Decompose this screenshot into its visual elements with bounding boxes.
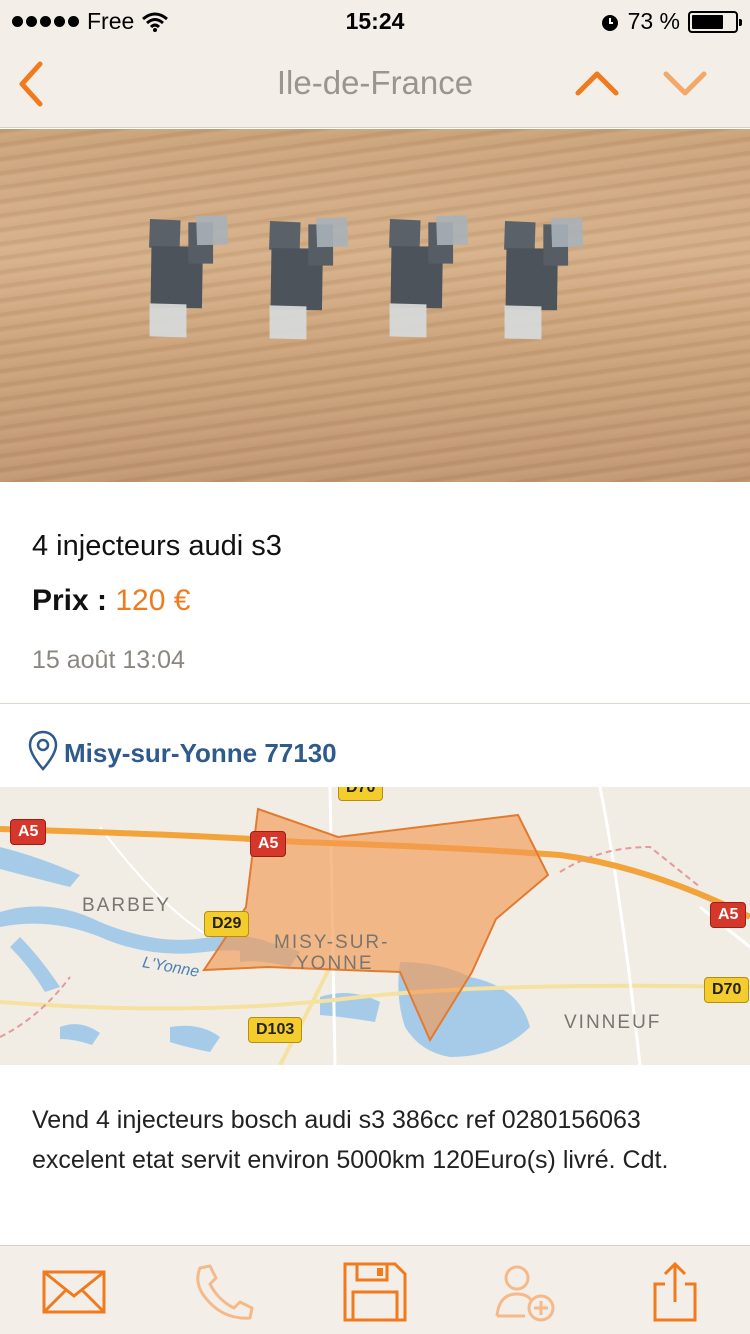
listing-title: 4 injecteurs audi s3: [32, 530, 282, 562]
battery-percent: 73 %: [627, 8, 680, 34]
next-listing-button[interactable]: [662, 68, 708, 103]
status-bar: Free 15:24 73 %: [0, 0, 750, 40]
road-sign-d70-right: D70: [704, 977, 750, 1003]
alarm-icon: [601, 14, 618, 31]
map-label-misy-1: MISY-SUR-: [274, 932, 390, 953]
road-sign-a5-mid: A5: [250, 831, 287, 857]
listing-price: Prix : 120 €: [32, 584, 190, 618]
share-icon: [653, 1261, 697, 1322]
envelope-icon: [42, 1270, 106, 1314]
price-value: 120 €: [115, 584, 191, 617]
phone-icon: [196, 1264, 254, 1320]
road-sign-a5-right: A5: [710, 902, 747, 928]
listing-date: 15 août 13:04: [32, 646, 185, 674]
add-contact-button[interactable]: [493, 1262, 557, 1322]
map-label-barbey: BARBEY: [82, 895, 172, 916]
road-sign-d70-top: D70: [338, 787, 384, 801]
location-link[interactable]: Misy-sur-Yonne 77130: [64, 738, 337, 769]
previous-listing-button[interactable]: [574, 68, 620, 103]
listing-photo[interactable]: [0, 129, 750, 482]
navigation-bar: Ile-de-France: [0, 40, 750, 128]
status-right: 73 %: [600, 8, 742, 35]
road-sign-d29: D29: [204, 911, 250, 937]
map-label-misy-2: YONNE: [296, 953, 374, 974]
injectors-image: [122, 197, 590, 352]
battery-icon: [688, 10, 742, 33]
battery-fill: [692, 14, 723, 29]
chevron-up-icon: [575, 71, 619, 96]
add-contact-icon: [495, 1265, 555, 1322]
call-button[interactable]: [192, 1262, 256, 1322]
map-label-vinneuf: VINNEUF: [564, 1012, 662, 1033]
email-button[interactable]: [42, 1262, 106, 1322]
location-map[interactable]: BARBEY MISY-SUR- YONNE VINNEUF L'Yonne A…: [0, 787, 750, 1065]
price-label: Prix :: [32, 584, 108, 617]
road-sign-d103: D103: [248, 1017, 303, 1043]
listing-info: 4 injecteurs audi s3 Prix : 120 € 15 aoû…: [0, 482, 750, 704]
save-button[interactable]: [343, 1262, 407, 1322]
location-pin-icon: [28, 730, 58, 771]
bottom-toolbar: [0, 1245, 750, 1334]
road-sign-a5-left: A5: [10, 819, 47, 845]
share-button[interactable]: [643, 1261, 707, 1322]
save-icon: [343, 1262, 407, 1322]
listing-description: Vend 4 injecteurs bosch audi s3 386cc re…: [32, 1106, 669, 1174]
listing-location[interactable]: Misy-sur-Yonne 77130: [0, 705, 750, 787]
nav-title: Ile-de-France: [276, 64, 474, 101]
chevron-down-icon: [663, 71, 707, 96]
